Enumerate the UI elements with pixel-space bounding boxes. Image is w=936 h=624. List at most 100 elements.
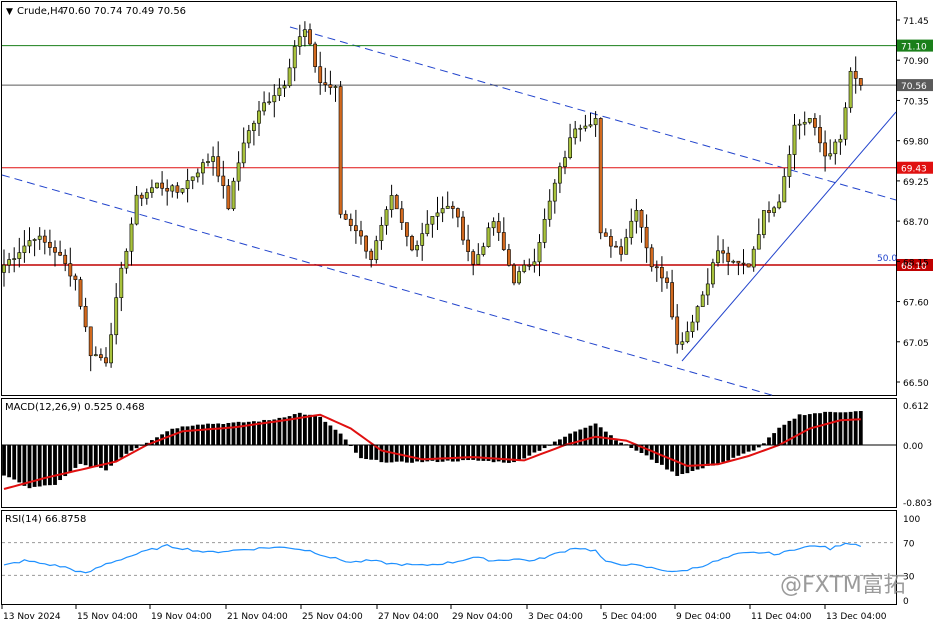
candle-body: [690, 321, 695, 332]
candle-body: [267, 101, 272, 104]
candle-body: [27, 240, 32, 247]
candle-body: [603, 232, 608, 237]
x-tick-label: 27 Nov 04:00: [378, 612, 439, 622]
candle-body: [287, 67, 292, 87]
macd-bar: [17, 445, 22, 483]
watermark: @FXTM富拓: [780, 573, 906, 598]
level-tag-label: 69.43: [901, 165, 927, 175]
candle-body: [665, 277, 669, 283]
candle-body: [496, 221, 501, 233]
macd-bar: [308, 414, 312, 445]
candle-body: [420, 233, 425, 246]
candle-body: [150, 187, 154, 193]
candle-body: [155, 182, 159, 189]
macd-bar: [680, 445, 685, 475]
macd-bar: [206, 423, 210, 445]
macd-bar: [78, 445, 83, 464]
candle-body: [216, 156, 221, 177]
candle-body: [99, 354, 103, 359]
candle-body: [292, 46, 297, 69]
macd-bar: [313, 416, 317, 445]
candle-body: [78, 279, 83, 307]
macd-bar: [614, 440, 618, 445]
candle-body: [736, 260, 741, 264]
macd-bar: [272, 419, 277, 445]
macd-bar: [63, 445, 68, 477]
macd-bar: [721, 445, 725, 462]
macd-bar: [767, 437, 771, 445]
macd-bar: [338, 433, 343, 445]
candle-body: [415, 245, 420, 251]
symbol-label: Crude,H4: [17, 6, 64, 17]
candle-body: [297, 36, 302, 47]
candle-body: [501, 232, 506, 250]
candle-body: [772, 207, 777, 213]
price-tick-label: 70.90: [903, 57, 929, 67]
macd-bar: [124, 445, 129, 454]
macd-bar: [22, 445, 27, 486]
candle-body: [180, 188, 185, 193]
x-tick-label: 29 Nov 04:00: [452, 612, 513, 622]
collapse-arrow-icon[interactable]: ▼: [6, 7, 13, 17]
candle-body: [731, 260, 736, 263]
macd-bar: [838, 412, 843, 445]
candle-body: [461, 216, 465, 241]
candle-body: [563, 157, 567, 167]
candle-body: [22, 245, 27, 253]
candle-body: [751, 248, 756, 268]
candle-body: [858, 78, 863, 86]
candle-body: [308, 29, 312, 45]
macd-bar: [772, 433, 776, 445]
macd-tick-label: -0.803: [903, 499, 932, 509]
x-tick-label: 15 Nov 04:00: [77, 612, 138, 622]
candle-body: [323, 82, 328, 85]
candle-body: [506, 249, 511, 266]
rsi-line: [3, 542, 862, 574]
candle-body: [705, 283, 710, 296]
candle-body: [410, 236, 414, 251]
x-tick-label: 5 Dec 04:00: [602, 612, 657, 622]
macd-bar: [823, 411, 827, 445]
candle-body: [257, 110, 261, 124]
macd-bar: [741, 445, 746, 454]
macd-bar: [323, 421, 328, 445]
macd-bar: [532, 445, 537, 453]
candle-body: [282, 85, 287, 89]
candle-body: [262, 102, 267, 112]
level-tag-label: 70.56: [901, 82, 927, 92]
candle-body: [639, 210, 644, 228]
macd-bar: [68, 445, 73, 472]
candle-body: [716, 250, 720, 264]
candle-body: [476, 254, 481, 265]
candle-body: [818, 127, 822, 144]
candle-body: [812, 118, 817, 128]
macd-bar: [185, 426, 190, 445]
macd-bar: [114, 445, 119, 462]
macd-tick-label: 0.00: [903, 442, 923, 452]
macd-bar: [456, 445, 460, 462]
rsi-title: RSI(14) 66.8758: [5, 514, 86, 525]
price-tick-label: 68.70: [903, 218, 929, 228]
candle-body: [277, 87, 282, 96]
candle-body: [675, 316, 680, 345]
candle-body: [721, 250, 726, 254]
candle-body: [527, 264, 532, 267]
candle-body: [654, 266, 659, 269]
candle-body: [466, 239, 471, 252]
candle-body: [445, 205, 450, 209]
candle-body: [440, 208, 445, 214]
candle-body: [226, 185, 231, 210]
candle-body: [680, 341, 685, 345]
macd-bar: [405, 445, 409, 463]
macd-bar: [843, 412, 848, 445]
macd-bar: [364, 445, 368, 460]
macd-bar: [736, 445, 741, 456]
candle-body: [797, 123, 802, 126]
candle-body: [195, 172, 200, 178]
candle-body: [614, 245, 618, 248]
candle-body: [134, 194, 139, 225]
macd-bar: [410, 445, 414, 463]
macd-bar: [282, 417, 287, 445]
candle-body: [823, 142, 828, 157]
macd-title: MACD(12,26,9) 0.525 0.468: [5, 402, 145, 413]
